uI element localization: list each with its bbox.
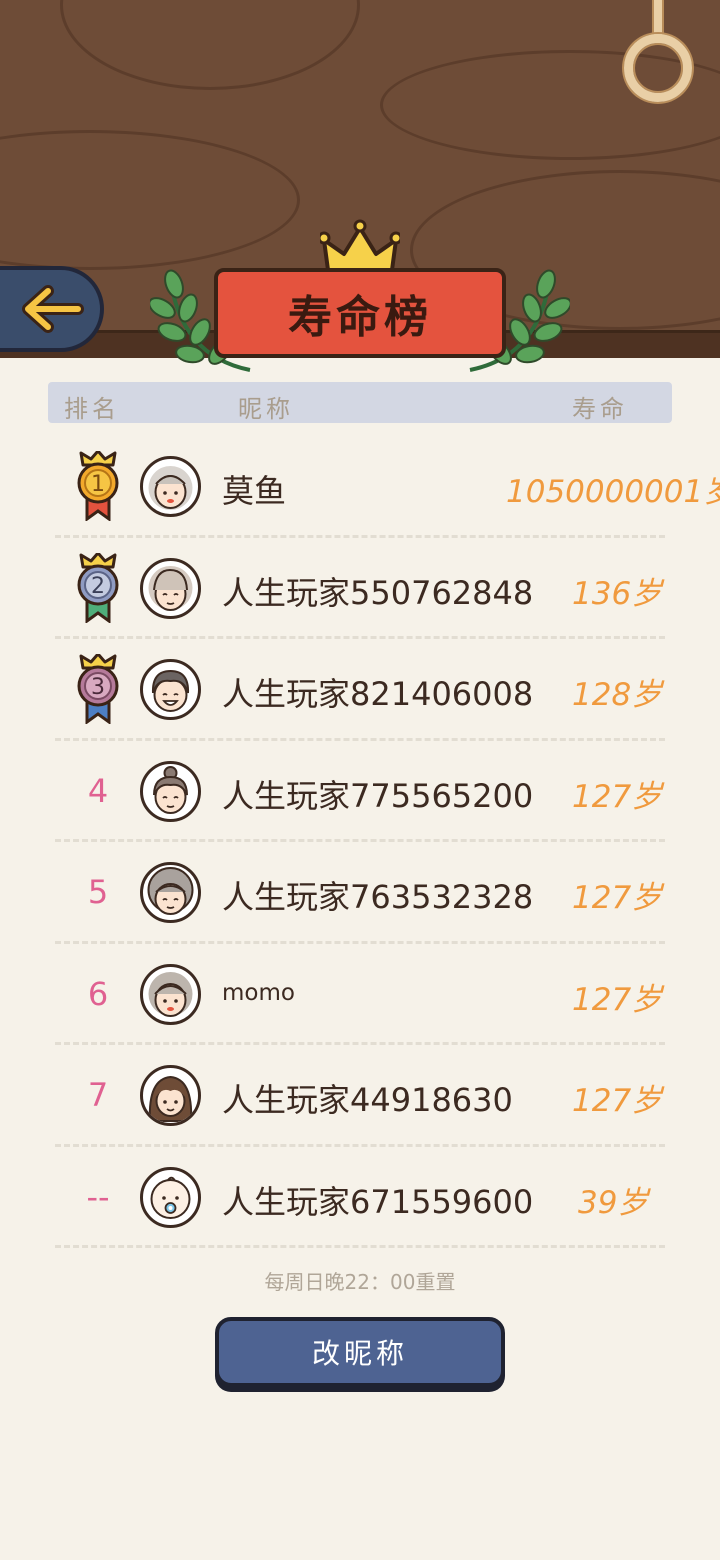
player-nickname: momo <box>222 979 295 1006</box>
woman-with-bun-avatar-icon <box>153 765 188 814</box>
player-lifespan: 127岁 <box>572 778 663 815</box>
medal-number: 3 <box>91 675 105 700</box>
leaderboard-row: 7 人生玩家44918630 127岁 <box>0 1045 720 1147</box>
elderly-woman-avatar-icon <box>148 466 193 510</box>
player-lifespan: 128岁 <box>572 677 663 713</box>
avatar <box>140 659 201 720</box>
back-arrow-icon <box>22 285 84 333</box>
player-lifespan: 127岁 <box>572 1083 663 1119</box>
woman-brown-hair-avatar-icon <box>148 1075 193 1122</box>
rank-cell: 6 <box>56 944 140 1044</box>
leaderboard-row: 4 人生玩家775565200 127岁 <box>0 741 720 843</box>
leaderboard-list: 1 莫鱼 1050000001岁 2 人生玩家550762848 136岁 3 … <box>0 436 720 1248</box>
rank-number: -- <box>86 1177 110 1216</box>
silver-medal-icon: 2 <box>77 552 119 623</box>
player-nickname: 莫鱼 <box>222 472 287 510</box>
elderly-woman-avatar-icon <box>148 565 193 611</box>
rank-cell: 2 <box>56 538 140 638</box>
player-nickname: 人生玩家44918630 <box>222 1081 513 1119</box>
avatar <box>140 760 201 822</box>
player-lifespan: 127岁 <box>572 880 663 916</box>
avatar <box>140 1166 201 1228</box>
leaderboard-row: 5 人生玩家763532328 127岁 <box>0 842 720 944</box>
player-lifespan: 127岁 <box>572 981 663 1018</box>
rank-cell: 4 <box>56 741 140 841</box>
avatar <box>140 456 201 517</box>
title-ribbon: 寿命榜 <box>214 268 506 358</box>
leaderboard-row: 1 莫鱼 1050000001岁 <box>0 436 720 538</box>
avatar <box>140 862 201 923</box>
back-button[interactable] <box>0 266 104 352</box>
player-nickname: 人生玩家671559600 <box>222 1182 534 1221</box>
player-nickname: 人生玩家550762848 <box>222 573 534 612</box>
player-nickname: 人生玩家821406008 <box>222 675 534 713</box>
elderly-woman-avatar-icon <box>148 971 193 1017</box>
rank-cell: 7 <box>56 1045 140 1145</box>
baby-with-pacifier-avatar-icon <box>150 1176 191 1219</box>
leaderboard-row: 2 人生玩家550762848 136岁 <box>0 538 720 640</box>
leaderboard-row: 6 momo 127岁 <box>0 944 720 1046</box>
table-header: 排名 昵称 寿命 <box>48 382 672 423</box>
weekly-reset-note: 每周日晚22：00重置 <box>264 1270 456 1294</box>
avatar <box>140 963 201 1025</box>
player-nickname: 人生玩家775565200 <box>222 776 534 815</box>
rank-number: 4 <box>87 771 109 810</box>
smiling-elderly-woman-avatar-icon <box>151 669 190 712</box>
column-lifespan-header: 寿命 <box>572 395 628 423</box>
player-lifespan: 39岁 <box>578 1184 649 1221</box>
rank-number: 5 <box>87 873 109 911</box>
rank-cell: 1 <box>56 436 140 536</box>
column-rank-header: 排名 <box>64 395 120 423</box>
rename-button-label: 改昵称 <box>311 1337 408 1370</box>
pull-ring-icon[interactable] <box>624 34 692 102</box>
rank-cell: -- <box>56 1147 140 1247</box>
avatar <box>140 1065 201 1126</box>
rank-cell: 3 <box>56 639 140 739</box>
avatar <box>140 557 201 619</box>
rank-cell: 5 <box>56 842 140 942</box>
rank-number: 6 <box>87 974 109 1013</box>
page-title: 寿命榜 <box>288 292 432 343</box>
rename-nickname-button[interactable]: 改昵称 <box>215 1317 505 1387</box>
player-lifespan: 1050000001岁 <box>506 474 720 510</box>
player-lifespan: 136岁 <box>572 575 663 612</box>
medal-number: 2 <box>91 574 105 599</box>
leaderboard-row: 3 人生玩家821406008 128岁 <box>0 639 720 741</box>
player-nickname: 人生玩家763532328 <box>222 878 534 916</box>
medal-number: 1 <box>91 472 105 497</box>
column-nickname-header: 昵称 <box>238 395 294 423</box>
bronze-medal-icon: 3 <box>77 654 119 724</box>
leaderboard-row-self: -- 人生玩家671559600 39岁 <box>0 1147 720 1249</box>
elderly-woman-gray-hair-avatar-icon <box>147 867 194 915</box>
leaderboard-title-banner: 寿命榜 <box>150 216 570 376</box>
gold-medal-icon: 1 <box>77 451 119 521</box>
rank-number: 7 <box>87 1076 109 1114</box>
